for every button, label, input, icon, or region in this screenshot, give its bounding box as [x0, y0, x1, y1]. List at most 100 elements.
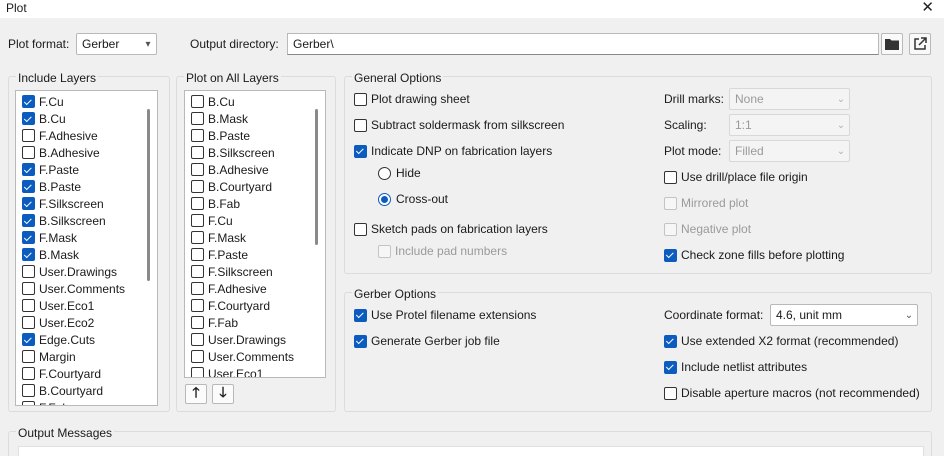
mirrored-plot-checkbox[interactable]: Mirrored plot [664, 194, 748, 212]
layer-list-item[interactable]: B.Mask [22, 246, 79, 263]
dnp-hide-radio[interactable]: Hide [378, 164, 421, 182]
checkbox-box[interactable] [664, 170, 677, 184]
layer-checkbox[interactable] [22, 350, 35, 363]
layer-list-item[interactable]: User.Drawings [22, 263, 117, 280]
layer-list-item[interactable]: F.Courtyard [191, 297, 270, 314]
layer-list-item[interactable]: B.Cu [191, 93, 235, 110]
layer-checkbox[interactable] [22, 146, 35, 159]
layer-checkbox[interactable] [191, 180, 204, 193]
layer-list-item[interactable]: F.Fab [22, 399, 69, 405]
move-up-button[interactable]: 🡑 [185, 384, 207, 404]
layer-list-item[interactable]: B.Fab [191, 195, 240, 212]
layer-list-item[interactable]: B.Paste [191, 127, 250, 144]
radio-button[interactable] [378, 192, 391, 206]
layer-list-item[interactable]: User.Comments [191, 348, 294, 365]
checkbox-box[interactable] [664, 222, 677, 236]
layer-checkbox[interactable] [191, 248, 204, 261]
layer-checkbox[interactable] [22, 197, 35, 210]
layer-list-item[interactable]: Edge.Cuts [22, 331, 95, 348]
layer-list-item[interactable]: F.Mask [191, 229, 246, 246]
checkbox-box[interactable] [354, 308, 367, 322]
layer-list-item[interactable]: User.Comments [22, 280, 125, 297]
layer-checkbox[interactable] [191, 333, 204, 346]
scrollbar-thumb[interactable] [147, 109, 150, 281]
layer-list-item[interactable]: F.Silkscreen [22, 195, 104, 212]
layer-list-item[interactable]: B.Silkscreen [191, 144, 275, 161]
protel-extensions-checkbox[interactable]: Use Protel filename extensions [354, 306, 536, 324]
indicate-dnp-checkbox[interactable]: Indicate DNP on fabrication layers [354, 142, 552, 160]
plot-format-select[interactable]: Gerber ▾ [76, 33, 157, 55]
x2-format-checkbox[interactable]: Use extended X2 format (recommended) [664, 332, 898, 350]
plot-all-layers-list[interactable]: B.Cu B.Mask B.Paste B.Silkscreen B.Adhesive B… [184, 90, 326, 378]
netlist-attributes-checkbox[interactable]: Include netlist attributes [664, 358, 807, 376]
checkbox-box[interactable] [378, 244, 391, 258]
dnp-crossout-radio[interactable]: Cross-out [378, 190, 448, 208]
layer-checkbox[interactable] [191, 350, 204, 363]
checkbox-box[interactable] [664, 196, 677, 210]
layer-list-item[interactable]: B.Silkscreen [22, 212, 106, 229]
layer-checkbox[interactable] [22, 265, 35, 278]
layer-checkbox[interactable] [22, 384, 35, 397]
layer-checkbox[interactable] [191, 163, 204, 176]
use-drill-origin-checkbox[interactable]: Use drill/place file origin [664, 168, 808, 186]
layer-checkbox[interactable] [22, 282, 35, 295]
coordinate-format-select[interactable]: 4.6, unit mm ⌄ [770, 304, 918, 326]
layer-list-item[interactable]: User.Eco2 [22, 314, 94, 331]
layer-list-item[interactable]: B.Adhesive [22, 144, 100, 161]
checkbox-box[interactable] [354, 92, 367, 106]
layer-checkbox[interactable] [191, 265, 204, 278]
layer-checkbox[interactable] [22, 299, 35, 312]
layer-checkbox[interactable] [22, 95, 35, 108]
layer-checkbox[interactable] [22, 214, 35, 227]
output-directory-input[interactable]: Gerber\ [287, 33, 879, 55]
layer-list-item[interactable]: B.Paste [22, 178, 81, 195]
layer-checkbox[interactable] [22, 129, 35, 142]
negative-plot-checkbox[interactable]: Negative plot [664, 220, 751, 238]
checkbox-box[interactable] [664, 360, 677, 374]
drill-marks-select[interactable]: None ⌄ [729, 88, 850, 110]
layer-checkbox[interactable] [191, 282, 204, 295]
layer-checkbox[interactable] [22, 248, 35, 261]
layer-list-item[interactable]: B.Courtyard [191, 178, 272, 195]
subtract-soldermask-checkbox[interactable]: Subtract soldermask from silkscreen [354, 116, 564, 134]
layer-list-item[interactable]: User.Drawings [191, 331, 286, 348]
layer-list-item[interactable]: B.Adhesive [191, 161, 269, 178]
layer-list-item[interactable]: User.Eco1 [191, 365, 263, 377]
layer-list-item[interactable]: B.Cu [22, 110, 66, 127]
checkbox-box[interactable] [354, 118, 367, 132]
layer-list-item[interactable]: F.Silkscreen [191, 263, 273, 280]
layer-checkbox[interactable] [191, 299, 204, 312]
sketch-pads-checkbox[interactable]: Sketch pads on fabrication layers [354, 220, 548, 238]
open-directory-button[interactable] [909, 33, 931, 55]
scrollbar-thumb[interactable] [315, 109, 318, 245]
radio-button[interactable] [378, 166, 391, 180]
checkbox-box[interactable] [354, 334, 367, 348]
layer-checkbox[interactable] [191, 367, 204, 377]
layer-list-item[interactable]: F.Cu [191, 212, 233, 229]
layer-checkbox[interactable] [22, 231, 35, 244]
plot-drawing-sheet-checkbox[interactable]: Plot drawing sheet [354, 90, 470, 108]
layer-checkbox[interactable] [191, 95, 204, 108]
checkbox-box[interactable] [354, 144, 367, 158]
output-messages-box[interactable] [18, 446, 924, 456]
layer-checkbox[interactable] [191, 146, 204, 159]
disable-aperture-macros-checkbox[interactable]: Disable aperture macros (not recommended… [664, 384, 920, 402]
layer-checkbox[interactable] [191, 316, 204, 329]
check-zone-fills-checkbox[interactable]: Check zone fills before plotting [664, 246, 844, 264]
browse-folder-button[interactable] [881, 33, 903, 55]
layer-checkbox[interactable] [191, 112, 204, 125]
layer-list-item[interactable]: F.Adhesive [191, 280, 267, 297]
layer-checkbox[interactable] [191, 129, 204, 142]
layer-list-item[interactable]: F.Courtyard [22, 365, 101, 382]
layer-list-item[interactable]: F.Adhesive [22, 127, 98, 144]
layer-list-item[interactable]: B.Courtyard [22, 382, 103, 399]
include-layers-list[interactable]: F.Cu B.Cu F.Adhesive B.Adhesive F.Paste B.Pas… [15, 90, 158, 406]
layer-list-item[interactable]: F.Mask [22, 229, 77, 246]
layer-list-item[interactable]: F.Paste [22, 161, 79, 178]
layer-list-item[interactable]: B.Mask [191, 110, 248, 127]
layer-checkbox[interactable] [22, 163, 35, 176]
layer-list-item[interactable]: F.Paste [191, 246, 248, 263]
layer-checkbox[interactable] [22, 367, 35, 380]
scaling-select[interactable]: 1:1 ⌄ [729, 114, 850, 136]
layer-checkbox[interactable] [22, 316, 35, 329]
